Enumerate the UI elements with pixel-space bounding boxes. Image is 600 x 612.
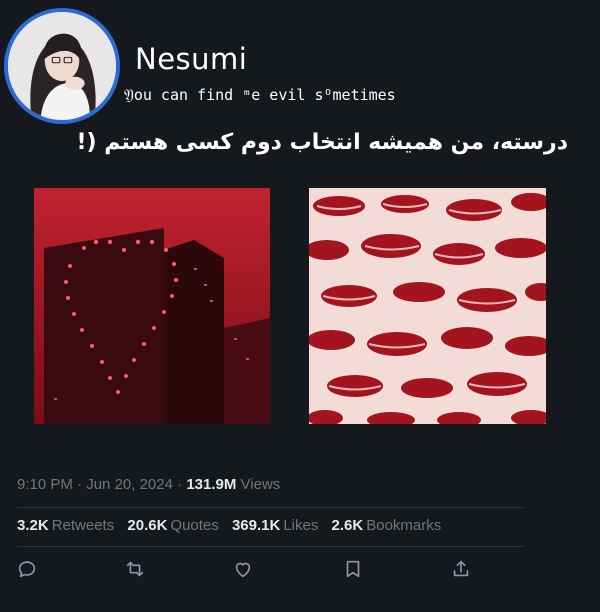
share-icon[interactable] — [450, 558, 472, 580]
avatar-photo — [8, 12, 116, 120]
avatar[interactable] — [4, 8, 120, 124]
retweet-icon[interactable] — [124, 558, 146, 580]
profile-bio: 𝔜ou can find ᵐe evil sᴼmetimes — [124, 86, 396, 104]
bookmark-icon[interactable] — [342, 558, 364, 580]
like-icon[interactable] — [232, 558, 254, 580]
tweet-card: Nesumi 𝔜ou can find ᵐe evil sᴼmetimes در… — [0, 0, 600, 612]
quotes-stat[interactable]: 20.6K Quotes — [127, 517, 218, 534]
display-name[interactable]: Nesumi — [135, 42, 247, 76]
engagement-stats: 3.2K Retweets 20.6K Quotes 369.1K Likes 2.6… — [17, 517, 450, 534]
meta-separator: · — [177, 476, 183, 493]
reply-icon[interactable] — [16, 558, 38, 580]
tweet-meta: 9:10 PM · Jun 20, 2024 · 131.9M Views — [17, 476, 280, 493]
divider — [17, 546, 524, 547]
views-label: Views — [240, 476, 281, 493]
views-count: 131.9M — [186, 476, 237, 493]
meta-separator: · — [77, 476, 83, 493]
retweets-stat[interactable]: 3.2K Retweets — [17, 517, 114, 534]
action-bar — [0, 556, 600, 584]
media-image-heart-building[interactable] — [34, 188, 270, 424]
tweet-text: درسته، من همیشه انتخاب دوم کسی هستم (! — [76, 130, 568, 155]
bookmarks-stat[interactable]: 2.6K Bookmarks — [332, 517, 442, 534]
likes-stat[interactable]: 369.1K Likes — [232, 517, 318, 534]
tweet-time[interactable]: 9:10 PM — [17, 476, 73, 493]
divider — [17, 507, 524, 508]
tweet-date[interactable]: Jun 20, 2024 — [86, 476, 173, 493]
media-image-lips-pattern[interactable] — [309, 188, 546, 424]
